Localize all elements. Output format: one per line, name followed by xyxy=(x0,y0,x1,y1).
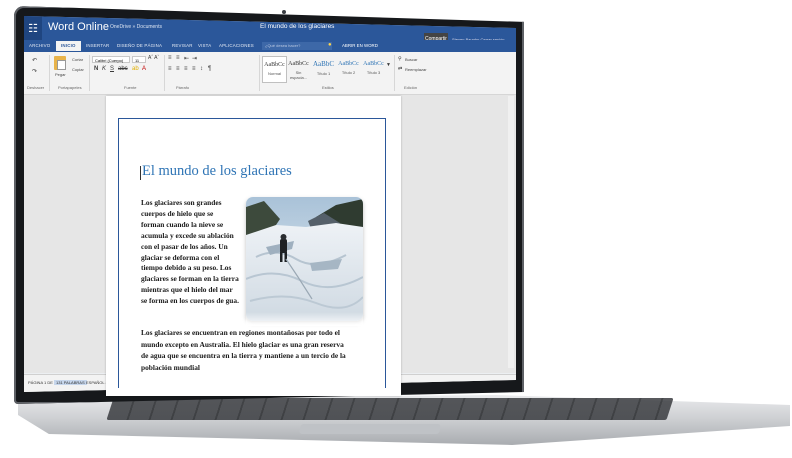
glacier-photo[interactable] xyxy=(246,197,363,321)
paragraph-group-label: Párrafo xyxy=(176,85,190,90)
font-size-select[interactable]: 11 xyxy=(132,56,146,63)
style-name: Título 2 xyxy=(341,70,356,75)
align-right-icon[interactable]: ≡ xyxy=(184,66,188,72)
text-line: tiempo debido a su peso. Los xyxy=(141,263,232,273)
clipboard-group-label: Portapapeles xyxy=(58,85,82,90)
replace-button[interactable]: Reemplazar xyxy=(405,67,427,72)
ribbon-divider xyxy=(164,55,165,91)
text-line: forman cuando la nieve se xyxy=(141,219,224,229)
tab-revisar[interactable]: REVISAR xyxy=(172,43,193,48)
app-launcher-icon[interactable]: ☷ xyxy=(24,16,42,40)
bullets-icon[interactable]: ≡ xyxy=(168,55,172,61)
style-heading-2[interactable]: AaBbCc Título 2 xyxy=(337,56,360,81)
underline-icon[interactable]: S xyxy=(110,66,114,72)
ribbon-divider xyxy=(89,55,90,91)
document-heading[interactable]: El mundo de los glaciares xyxy=(142,163,292,180)
app-name[interactable]: Word Online xyxy=(48,21,109,33)
italic-icon[interactable]: K xyxy=(102,66,106,72)
text-line: Los glaciares son grandes xyxy=(141,198,222,207)
redo-icon[interactable]: ↷ xyxy=(32,68,37,75)
style-name: Normal xyxy=(268,71,281,76)
text-line: de agua que se encuentra en la tierra y … xyxy=(141,351,346,360)
laptop-touchpad xyxy=(299,424,441,434)
font-name-select[interactable]: Calibri (Cuerpo) xyxy=(92,56,130,63)
ribbon: ↶ ↷ Deshacer Pegar Cortar Copiar Portapa… xyxy=(24,52,516,95)
style-no-spacing[interactable]: AaBbCc Sin espacia... xyxy=(287,56,310,81)
style-sample: AaBbCc xyxy=(338,61,359,67)
indent-icon[interactable]: ⇤ xyxy=(184,55,189,62)
document-title: El mundo de los glaciares xyxy=(260,23,335,30)
paragraph-mark-icon[interactable]: ¶ xyxy=(208,66,211,72)
webcam xyxy=(282,10,286,14)
style-sample: AaBbCc xyxy=(288,61,309,67)
text-line: población mundial xyxy=(141,362,200,372)
align-left-icon[interactable]: ≡ xyxy=(168,66,172,72)
line-spacing-icon[interactable]: ↕ xyxy=(200,66,203,72)
breadcrumb[interactable]: OneDrive » Documents xyxy=(110,24,162,30)
tab-insertar[interactable]: INSERTAR xyxy=(86,43,109,48)
text-line: mientras que el hielo del mar xyxy=(141,285,233,295)
text-line: mundo excepto en Australia. El hielo gla… xyxy=(141,339,344,349)
style-heading-1[interactable]: AaBbC Título 1 xyxy=(312,56,335,81)
strikethrough-icon[interactable]: abc xyxy=(118,66,128,72)
open-in-word-button[interactable]: ABRIR EN WORD xyxy=(342,43,378,48)
text-cursor xyxy=(140,166,141,180)
ribbon-divider xyxy=(259,55,260,91)
wrapped-paragraph[interactable]: Los glaciares son grandes cuerpos de hie… xyxy=(141,198,239,307)
tab-aplicaciones[interactable]: APLICACIONES xyxy=(219,43,254,48)
paste-button-label[interactable]: Pegar xyxy=(55,72,66,77)
bold-icon[interactable]: N xyxy=(94,66,98,72)
text-line: cuerpos de hielo que se xyxy=(141,208,214,218)
replace-icon[interactable]: ⇄ xyxy=(398,66,402,72)
text-line: se forma en los cuerpos de gua. xyxy=(141,296,239,306)
tab-archivo[interactable]: ARCHIVO xyxy=(29,43,50,48)
ribbon-divider xyxy=(394,55,395,91)
justify-icon[interactable]: ≡ xyxy=(192,66,196,72)
style-heading-3[interactable]: AaBbCc Título 3 xyxy=(362,56,385,81)
style-sample: AaBbCc xyxy=(264,62,285,68)
text-line: con el pasar de los años. Un xyxy=(141,241,228,251)
photo-reflection xyxy=(246,312,363,326)
grow-font-icon[interactable]: Aˆ Aˇ xyxy=(148,55,159,61)
text-line: glaciar se deforma con el xyxy=(141,252,220,262)
font-color-icon[interactable]: A xyxy=(142,66,146,72)
paste-icon[interactable] xyxy=(54,56,66,70)
undo-icon[interactable]: ↶ xyxy=(32,57,37,64)
glacier-photo-illustration xyxy=(246,197,363,321)
align-center-icon[interactable]: ≡ xyxy=(176,66,180,72)
edit-group-label: Edición xyxy=(404,85,418,90)
tab-inicio[interactable]: INICIO xyxy=(56,41,81,51)
text-line: Los glaciares se encuentran en regiones … xyxy=(141,328,340,337)
numbering-icon[interactable]: ≡ xyxy=(176,55,180,61)
find-button[interactable]: Buscar xyxy=(405,57,417,62)
tell-me-input[interactable]: ¿Qué desea hacer? xyxy=(262,42,332,50)
highlight-icon[interactable]: ab xyxy=(132,66,139,72)
lightbulb-icon: ● xyxy=(328,42,332,48)
undo-group-label: Deshacer xyxy=(27,85,45,90)
ribbon-divider xyxy=(49,55,50,91)
style-name: Título 1 xyxy=(316,71,331,76)
style-sample: AaBbC xyxy=(313,60,334,68)
font-group-label: Fuente xyxy=(124,85,137,90)
text-line: glaciares se forman en la tierra xyxy=(141,274,239,284)
styles-group-label: Estilos xyxy=(322,85,334,90)
find-icon[interactable]: ⚲ xyxy=(398,56,402,62)
style-normal[interactable]: AaBbCc Normal xyxy=(262,56,287,83)
word-count[interactable]: 131 PALABRAS xyxy=(54,380,87,385)
laptop-keyboard xyxy=(106,398,674,420)
style-name: Sin espacia... xyxy=(289,70,308,80)
tab-vista[interactable]: VISTA xyxy=(198,43,211,48)
tab-diseno[interactable]: DISEÑO DE PÁGINA xyxy=(117,43,162,48)
style-name: Título 3 xyxy=(366,70,381,75)
page-count[interactable]: PÁGINA 1 DE 1 xyxy=(28,380,56,385)
styles-more-icon[interactable]: ▼ xyxy=(386,62,391,68)
copy-button[interactable]: Copiar xyxy=(72,67,84,72)
full-width-paragraph[interactable]: Los glaciares se encuentran en regiones … xyxy=(141,327,346,373)
vertical-scrollbar[interactable] xyxy=(508,96,514,368)
outdent-icon[interactable]: ⇥ xyxy=(192,55,197,62)
text-line: acumula y excede su ablación xyxy=(141,230,234,240)
style-sample: AaBbCc xyxy=(363,61,384,67)
cut-button[interactable]: Cortar xyxy=(72,57,83,62)
